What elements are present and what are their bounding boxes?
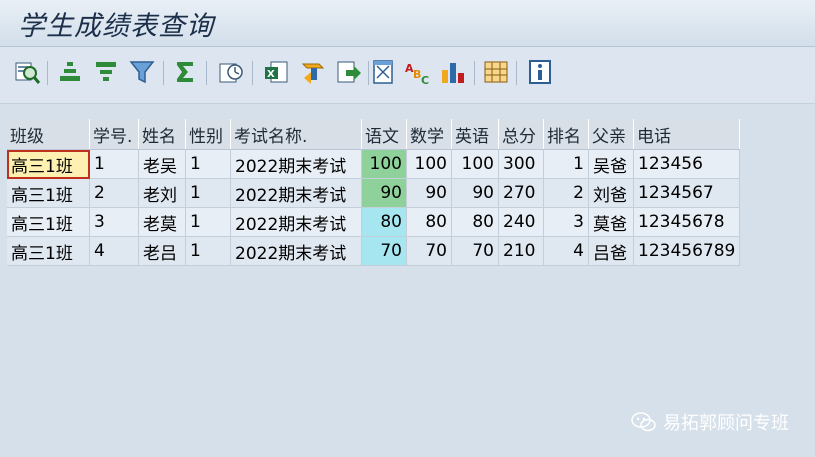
column-header[interactable]: 姓名 xyxy=(138,119,186,150)
chinese-score-cell[interactable]: 90 xyxy=(361,178,407,208)
watermark: 易拓郭顾问专班 xyxy=(631,409,789,435)
phone-cell[interactable]: 12345678 xyxy=(633,207,741,237)
class-cell[interactable]: 高三1班 xyxy=(7,207,90,237)
chinese-score-cell[interactable]: 100 xyxy=(361,149,407,179)
column-header[interactable]: 父亲 xyxy=(588,119,634,150)
column-header[interactable]: 排名 xyxy=(543,119,589,150)
information-icon[interactable] xyxy=(525,57,555,87)
father-cell[interactable]: 吴爸 xyxy=(588,149,634,179)
abc-analysis-icon[interactable]: A B C xyxy=(403,57,433,87)
svg-text:X: X xyxy=(267,69,275,80)
export-excel-icon[interactable]: X xyxy=(262,57,292,87)
phone-cell[interactable]: 123456 xyxy=(633,149,741,179)
phone-cell[interactable]: 1234567 xyxy=(633,178,741,208)
page-title: 学生成绩表查询 xyxy=(18,11,214,42)
class-cell[interactable]: 高三1班 xyxy=(7,178,90,208)
name-cell[interactable]: 老莫 xyxy=(138,207,186,237)
student-no-cell[interactable]: 4 xyxy=(89,236,139,266)
column-header[interactable]: 电话 xyxy=(633,119,741,150)
sort-ascending-icon[interactable] xyxy=(55,57,85,87)
wechat-icon xyxy=(631,412,656,432)
chinese-score-cell[interactable]: 70 xyxy=(361,236,407,266)
column-header[interactable]: 考试名称. xyxy=(230,119,362,150)
english-score-cell[interactable]: 100 xyxy=(451,149,499,179)
column-header[interactable]: 数学 xyxy=(406,119,452,150)
change-layout-icon[interactable] xyxy=(481,57,511,87)
rank-cell[interactable]: 4 xyxy=(543,236,589,266)
alv-toolbar: X A B C xyxy=(0,47,815,104)
exam-name-cell[interactable]: 2022期末考试 xyxy=(230,207,362,237)
total-score-cell[interactable]: 210 xyxy=(498,236,544,266)
student-no-cell[interactable]: 1 xyxy=(89,149,139,179)
father-cell[interactable]: 刘爸 xyxy=(588,178,634,208)
sum-icon[interactable] xyxy=(170,57,200,87)
english-score-cell[interactable]: 70 xyxy=(451,236,499,266)
name-cell[interactable]: 老吕 xyxy=(138,236,186,266)
english-score-cell[interactable]: 80 xyxy=(451,207,499,237)
print-preview-icon[interactable] xyxy=(368,57,398,87)
svg-text:C: C xyxy=(421,74,429,86)
name-cell[interactable]: 老刘 xyxy=(138,178,186,208)
student-no-cell[interactable]: 3 xyxy=(89,207,139,237)
total-score-cell[interactable]: 240 xyxy=(498,207,544,237)
column-header[interactable]: 班级 xyxy=(7,119,90,150)
watermark-text: 易拓郭顾问专班 xyxy=(663,413,789,434)
table-row: 高三1班 1 老吴 1 2022期末考试 100 100 100 300 1 吴… xyxy=(7,149,741,179)
gender-cell[interactable]: 1 xyxy=(185,149,231,179)
father-cell[interactable]: 吕爸 xyxy=(588,236,634,266)
table-header-row: 班级 学号. 姓名 性别 考试名称. 语文 数学 英语 总分 排名 父亲 电话 xyxy=(7,119,741,150)
word-processing-icon[interactable] xyxy=(298,57,328,87)
chinese-score-cell[interactable]: 80 xyxy=(361,207,407,237)
details-icon[interactable] xyxy=(12,57,42,87)
report-area: 班级 学号. 姓名 性别 考试名称. 语文 数学 英语 总分 排名 父亲 电话 … xyxy=(0,104,815,457)
class-cell[interactable]: 高三1班 xyxy=(7,149,90,179)
phone-cell[interactable]: 123456789 xyxy=(633,236,741,266)
column-header[interactable]: 英语 xyxy=(451,119,499,150)
student-no-cell[interactable]: 2 xyxy=(89,178,139,208)
math-score-cell[interactable]: 90 xyxy=(406,178,452,208)
math-score-cell[interactable]: 100 xyxy=(406,149,452,179)
math-score-cell[interactable]: 80 xyxy=(406,207,452,237)
rank-cell[interactable]: 3 xyxy=(543,207,589,237)
graphic-chart-icon[interactable] xyxy=(438,57,468,87)
exam-name-cell[interactable]: 2022期末考试 xyxy=(230,178,362,208)
father-cell[interactable]: 莫爸 xyxy=(588,207,634,237)
gender-cell[interactable]: 1 xyxy=(185,236,231,266)
rank-cell[interactable]: 1 xyxy=(543,149,589,179)
rank-cell[interactable]: 2 xyxy=(543,178,589,208)
total-score-cell[interactable]: 300 xyxy=(498,149,544,179)
total-score-cell[interactable]: 270 xyxy=(498,178,544,208)
class-cell[interactable]: 高三1班 xyxy=(7,236,90,266)
local-file-icon[interactable] xyxy=(333,57,363,87)
column-header[interactable]: 语文 xyxy=(361,119,407,150)
subtotals-icon[interactable] xyxy=(216,57,246,87)
name-cell[interactable]: 老吴 xyxy=(138,149,186,179)
english-score-cell[interactable]: 90 xyxy=(451,178,499,208)
gender-cell[interactable]: 1 xyxy=(185,207,231,237)
column-header[interactable]: 总分 xyxy=(498,119,544,150)
column-header[interactable]: 性别 xyxy=(185,119,231,150)
table-row: 高三1班 4 老吕 1 2022期末考试 70 70 70 210 4 吕爸 1… xyxy=(7,236,741,266)
filter-icon[interactable] xyxy=(127,57,157,87)
exam-name-cell[interactable]: 2022期末考试 xyxy=(230,236,362,266)
math-score-cell[interactable]: 70 xyxy=(406,236,452,266)
column-header[interactable]: 学号. xyxy=(89,119,139,150)
gender-cell[interactable]: 1 xyxy=(185,178,231,208)
table-row: 高三1班 2 老刘 1 2022期末考试 90 90 90 270 2 刘爸 1… xyxy=(7,178,741,208)
grade-table: 班级 学号. 姓名 性别 考试名称. 语文 数学 英语 总分 排名 父亲 电话 … xyxy=(7,119,741,266)
exam-name-cell[interactable]: 2022期末考试 xyxy=(230,149,362,179)
title-bar: 学生成绩表查询 xyxy=(0,0,815,47)
sort-descending-icon[interactable] xyxy=(91,57,121,87)
table-row: 高三1班 3 老莫 1 2022期末考试 80 80 80 240 3 莫爸 1… xyxy=(7,207,741,237)
